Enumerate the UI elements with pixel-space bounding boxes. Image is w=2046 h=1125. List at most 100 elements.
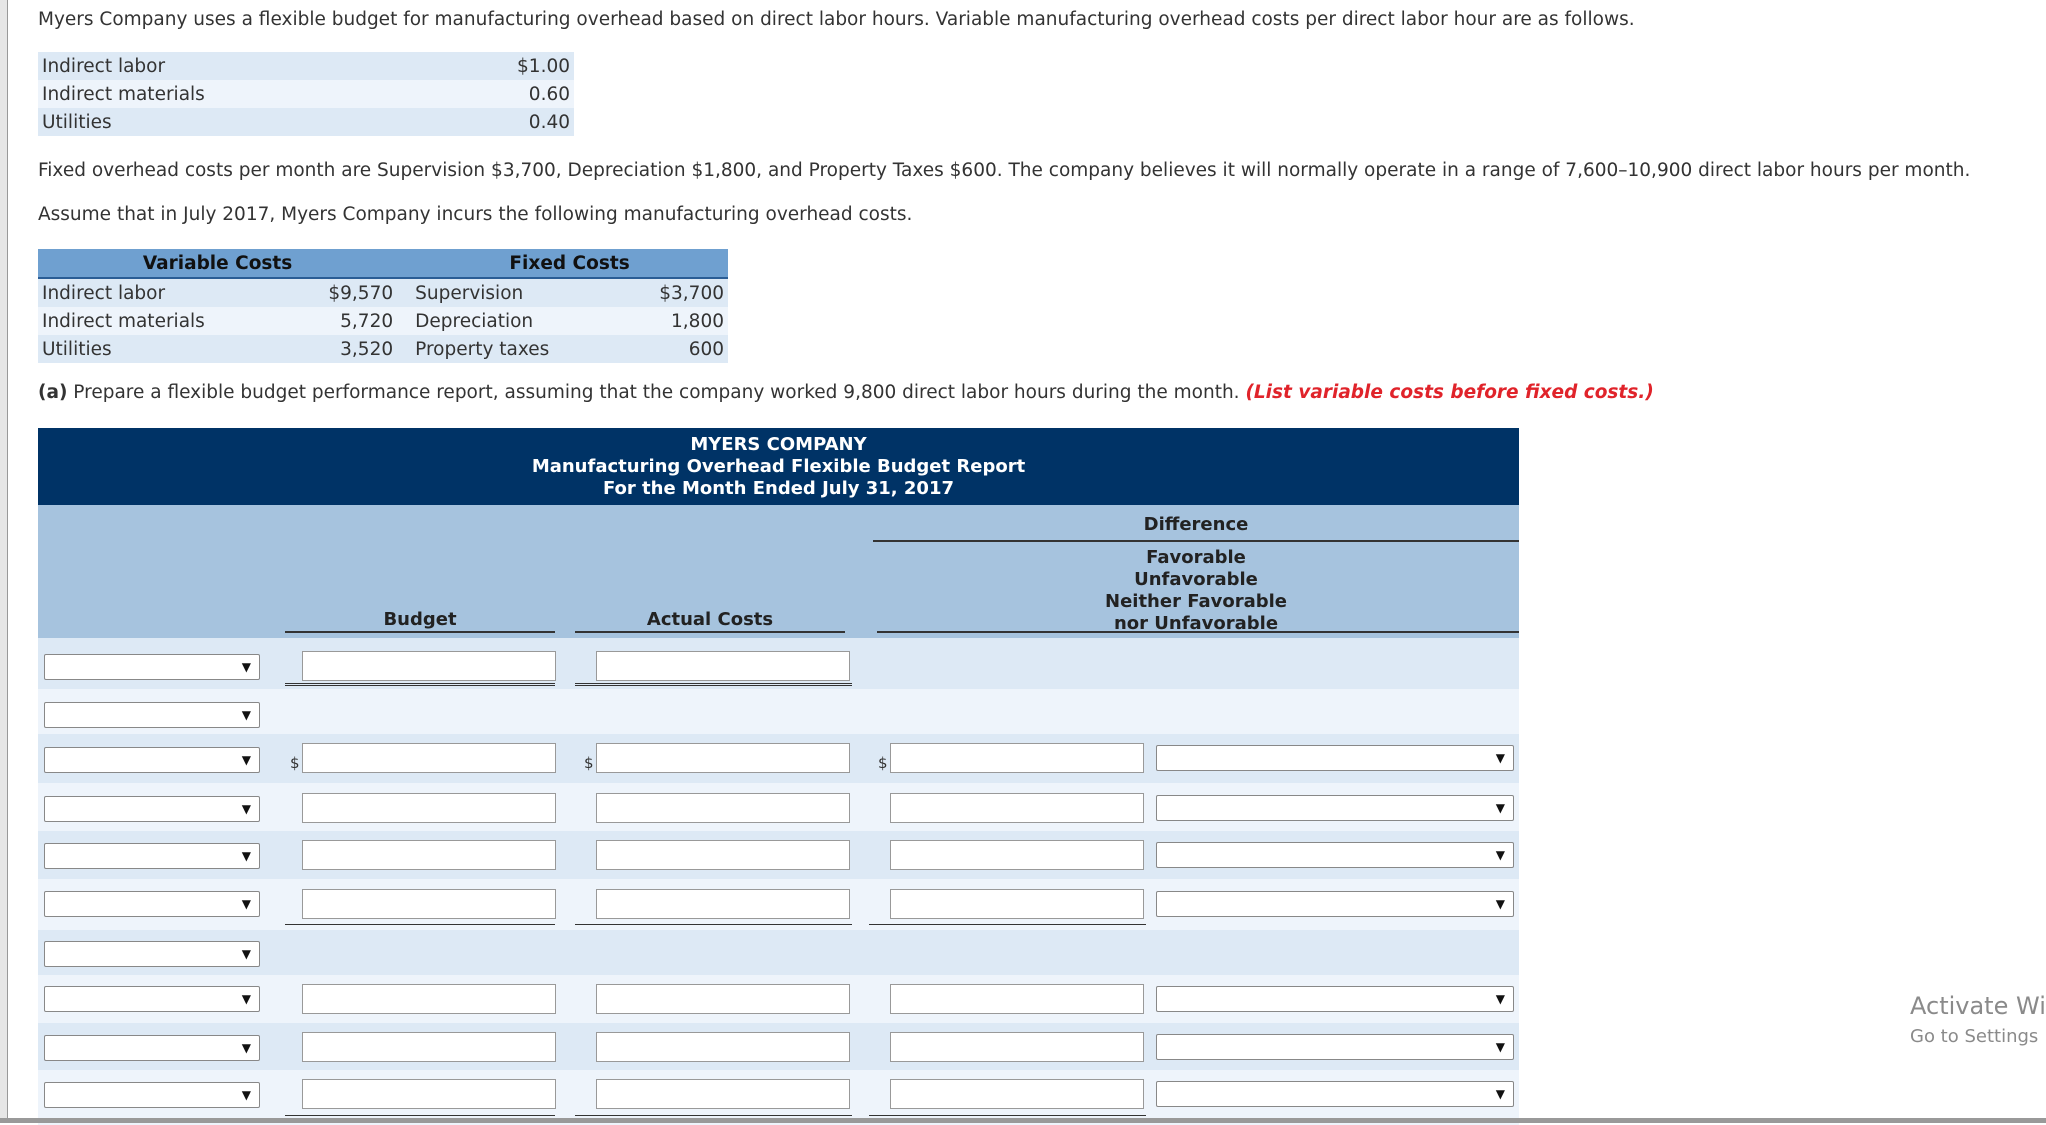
chevron-down-icon: ▼ [241, 947, 251, 961]
rate-value: 0.60 [433, 80, 574, 108]
table-row: Indirect labor $9,570 Supervision $3,700 [38, 278, 728, 307]
table-row: Indirect labor $1.00 [38, 52, 574, 80]
chevron-down-icon: ▼ [241, 992, 251, 1006]
difference-input[interactable] [890, 984, 1144, 1014]
budget-input[interactable] [302, 889, 556, 919]
line-item-select[interactable]: ▼ [44, 747, 260, 773]
budget-input[interactable] [302, 651, 556, 681]
report-company: MYERS COMPANY [690, 434, 867, 455]
activate-windows-watermark: Activate Wi Go to Settings [1910, 992, 2046, 1047]
actual-input[interactable] [596, 1079, 850, 1109]
variable-value: $9,570 [289, 278, 398, 307]
favorability-select[interactable]: ▼ [1156, 1034, 1514, 1060]
double-underline [575, 683, 852, 686]
report-row: ▼ ▼ [38, 879, 1519, 930]
column-headers: Difference Favorable Unfavorable Neither… [38, 505, 1519, 638]
line-item-select[interactable]: ▼ [44, 654, 260, 680]
fixed-label: Supervision [411, 278, 621, 307]
actual-input[interactable] [596, 651, 850, 681]
chevron-down-icon: ▼ [241, 708, 251, 722]
favorability-select[interactable]: ▼ [1156, 986, 1514, 1012]
question-note: (List variable costs before fixed costs.… [1245, 382, 1654, 403]
chevron-down-icon: ▼ [241, 1041, 251, 1055]
flexible-budget-report: MYERS COMPANY Manufacturing Overhead Fle… [38, 428, 1519, 1125]
line-item-select[interactable]: ▼ [44, 986, 260, 1012]
subtotal-underline [575, 924, 852, 925]
dollar-sign: $ [584, 754, 594, 772]
line-item-select[interactable]: ▼ [44, 1082, 260, 1108]
rate-value: $1.00 [433, 52, 574, 80]
report-row: ▼ ▼ [38, 975, 1519, 1023]
chevron-down-icon: ▼ [1495, 992, 1505, 1006]
variable-costs-header: Variable Costs [38, 249, 398, 279]
favorability-select[interactable]: ▼ [1156, 891, 1514, 917]
line-item-select[interactable]: ▼ [44, 796, 260, 822]
rate-label: Indirect materials [38, 80, 433, 108]
difference-input[interactable] [890, 1079, 1144, 1109]
table-row: Indirect materials 5,720 Depreciation 1,… [38, 307, 728, 335]
question-body: Prepare a flexible budget performance re… [67, 382, 1246, 403]
line-item-select[interactable]: ▼ [44, 702, 260, 728]
actual-input[interactable] [596, 743, 850, 773]
budget-input[interactable] [302, 793, 556, 823]
budget-input[interactable] [302, 743, 556, 773]
rate-label: Indirect labor [38, 52, 433, 80]
difference-header: Difference [1143, 514, 1249, 535]
favorability-select[interactable]: ▼ [1156, 842, 1514, 868]
intro-text: Myers Company uses a flexible budget for… [38, 9, 1635, 30]
chevron-down-icon: ▼ [1495, 1087, 1505, 1101]
line-item-select[interactable]: ▼ [44, 843, 260, 869]
table-row: Utilities 3,520 Property taxes 600 [38, 335, 728, 363]
favorability-select[interactable]: ▼ [1156, 745, 1514, 771]
actual-input[interactable] [596, 984, 850, 1014]
line-item-select[interactable]: ▼ [44, 891, 260, 917]
watermark-line1: Activate Wi [1910, 992, 2046, 1020]
report-row: ▼ ▼ [38, 831, 1519, 879]
budget-header: Budget [383, 609, 457, 630]
table-row: Utilities 0.40 [38, 108, 574, 136]
budget-input[interactable] [302, 1032, 556, 1062]
chevron-down-icon: ▼ [1495, 897, 1505, 911]
favorability-select[interactable]: ▼ [1156, 795, 1514, 821]
question-part: (a) [38, 382, 68, 403]
fixed-value: 1,800 [620, 307, 728, 335]
double-underline [285, 683, 555, 686]
actual-underline [575, 631, 845, 633]
difference-input[interactable] [890, 840, 1144, 870]
line-item-select[interactable]: ▼ [44, 941, 260, 967]
budget-input[interactable] [302, 840, 556, 870]
window-bottom-border [0, 1118, 2046, 1123]
variable-label: Indirect materials [38, 307, 290, 335]
cell-gap [397, 307, 412, 335]
header-gap [397, 249, 412, 279]
chevron-down-icon: ▼ [241, 753, 251, 767]
variable-value: 3,520 [289, 335, 398, 363]
difference-input[interactable] [890, 743, 1144, 773]
actual-input[interactable] [596, 1032, 850, 1062]
subtotal-underline [869, 924, 1146, 925]
rate-value: 0.40 [433, 108, 574, 136]
budget-input[interactable] [302, 1079, 556, 1109]
chevron-down-icon: ▼ [1495, 801, 1505, 815]
option-unfavorable: Unfavorable [1134, 569, 1258, 590]
difference-input[interactable] [890, 889, 1144, 919]
report-row: ▼ ▼ [38, 1023, 1519, 1070]
subtotal-underline [869, 1115, 1146, 1116]
difference-underline [873, 540, 1519, 542]
budget-input[interactable] [302, 984, 556, 1014]
actual-input[interactable] [596, 793, 850, 823]
table-row: Indirect materials 0.60 [38, 80, 574, 108]
difference-input[interactable] [890, 1032, 1144, 1062]
assume-text: Assume that in July 2017, Myers Company … [38, 204, 913, 225]
subtotal-underline [575, 1115, 852, 1116]
difference-col-underline [877, 631, 1519, 633]
line-item-select[interactable]: ▼ [44, 1035, 260, 1061]
favorability-select[interactable]: ▼ [1156, 1081, 1514, 1107]
fixed-label: Depreciation [411, 307, 621, 335]
chevron-down-icon: ▼ [241, 802, 251, 816]
actual-input[interactable] [596, 840, 850, 870]
report-row: ▼ ▼ [38, 1070, 1519, 1125]
actual-input[interactable] [596, 889, 850, 919]
difference-input[interactable] [890, 793, 1144, 823]
variable-rates-table: Indirect labor $1.00 Indirect materials … [38, 52, 574, 136]
